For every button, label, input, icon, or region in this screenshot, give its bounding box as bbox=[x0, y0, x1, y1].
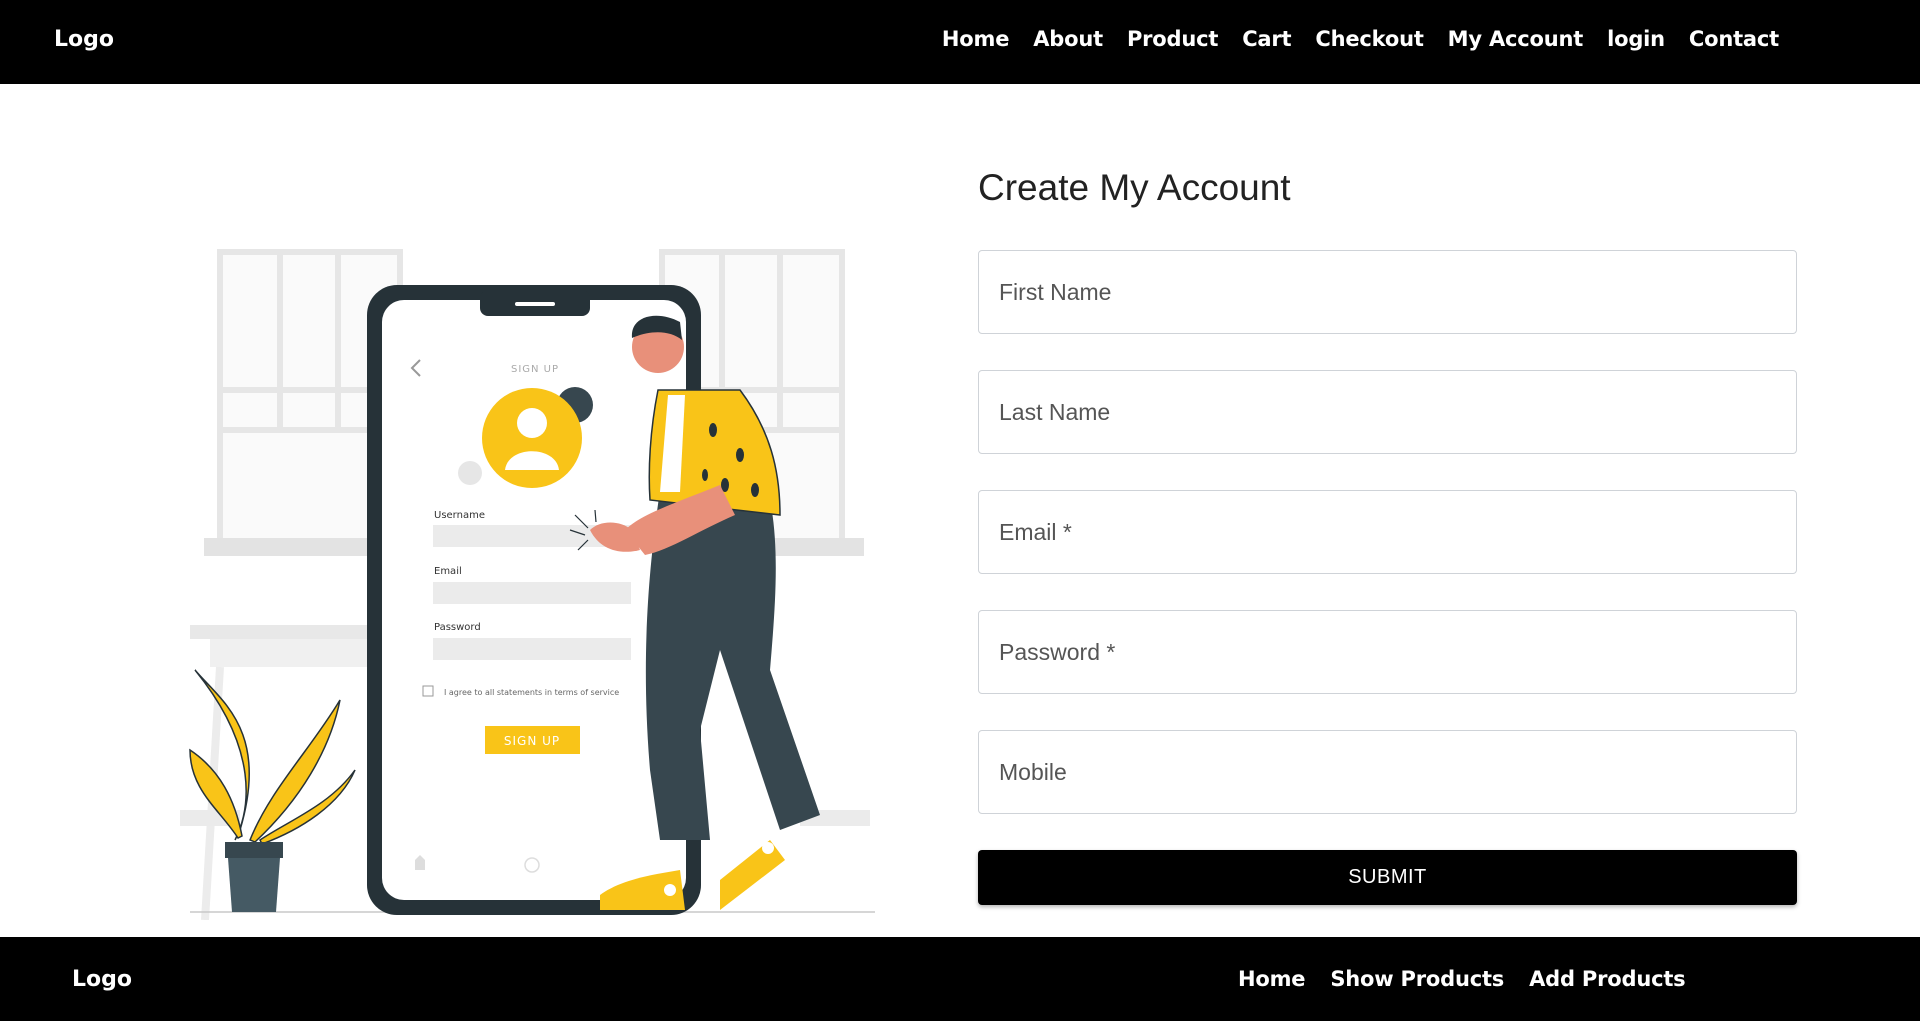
phone-username-label: Username bbox=[434, 510, 485, 521]
first-name-input[interactable] bbox=[999, 251, 1796, 333]
phone-signup-title: SIGN UP bbox=[511, 364, 559, 375]
site-header: Logo Home About Product Cart Checkout My… bbox=[0, 0, 1920, 84]
header-logo[interactable]: Logo bbox=[54, 27, 114, 52]
phone-signup-button: SIGN UP bbox=[504, 734, 560, 748]
password-field[interactable] bbox=[978, 610, 1797, 694]
nav-link-home[interactable]: Home bbox=[942, 27, 1010, 51]
phone-email-label: Email bbox=[434, 566, 462, 577]
first-name-field[interactable] bbox=[978, 250, 1797, 334]
phone-password-label: Password bbox=[434, 622, 481, 633]
footer-link-add-products[interactable]: Add Products bbox=[1529, 967, 1686, 991]
nav-link-about[interactable]: About bbox=[1033, 27, 1103, 51]
nav-link-cart[interactable]: Cart bbox=[1242, 27, 1291, 51]
page-title: Create My Account bbox=[978, 167, 1291, 208]
footer-nav: Home Show Products Add Products bbox=[1238, 967, 1686, 991]
phone-agree-text: I agree to all statements in terms of se… bbox=[444, 688, 619, 697]
footer-link-show-products[interactable]: Show Products bbox=[1330, 967, 1504, 991]
footer-logo[interactable]: Logo bbox=[72, 967, 132, 992]
mobile-input[interactable] bbox=[999, 731, 1796, 813]
mobile-field[interactable] bbox=[978, 730, 1797, 814]
signup-illustration: SIGN UP Username Email Password I agree … bbox=[180, 249, 875, 920]
submit-button[interactable]: SUBMIT bbox=[978, 850, 1797, 905]
password-input[interactable] bbox=[999, 611, 1796, 693]
email-field[interactable] bbox=[978, 490, 1797, 574]
nav-link-my-account[interactable]: My Account bbox=[1448, 27, 1584, 51]
footer-link-home[interactable]: Home bbox=[1238, 967, 1306, 991]
email-input[interactable] bbox=[999, 491, 1796, 573]
header-nav: Home About Product Cart Checkout My Acco… bbox=[942, 27, 1779, 51]
last-name-input[interactable] bbox=[999, 371, 1796, 453]
last-name-field[interactable] bbox=[978, 370, 1797, 454]
site-footer: Logo Home Show Products Add Products bbox=[0, 937, 1920, 1021]
nav-link-contact[interactable]: Contact bbox=[1689, 27, 1779, 51]
nav-link-login[interactable]: login bbox=[1607, 27, 1665, 51]
nav-link-product[interactable]: Product bbox=[1127, 27, 1218, 51]
nav-link-checkout[interactable]: Checkout bbox=[1315, 27, 1423, 51]
